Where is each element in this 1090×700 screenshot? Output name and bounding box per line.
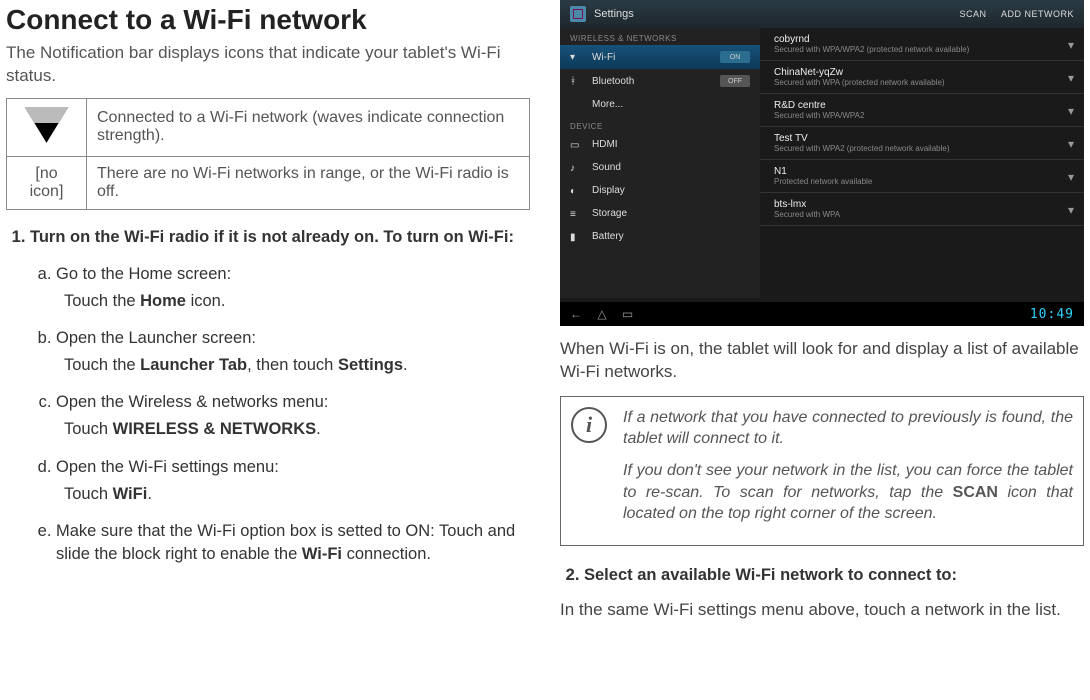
- sidebar-item-storage[interactable]: ≡Storage: [560, 202, 760, 225]
- wifi-connected-desc: Connected to a Wi-Fi network (waves indi…: [87, 98, 530, 156]
- step-1-substeps: Go to the Home screen: Touch the Home ic…: [30, 263, 530, 566]
- network-row[interactable]: R&D centreSecured with WPA/WPA2▾: [760, 94, 1084, 127]
- substep-e: Make sure that the Wi-Fi option box is s…: [56, 520, 530, 566]
- sidebar-item-battery[interactable]: ▮Battery: [560, 225, 760, 248]
- no-icon-label: [no icon]: [7, 156, 87, 209]
- info-box: i If a network that you have connected t…: [560, 396, 1084, 546]
- step-1-title: Turn on the Wi-Fi radio if it is not alr…: [30, 228, 514, 246]
- bluetooth-icon: ᚼ: [570, 76, 584, 86]
- settings-app-icon: [570, 6, 586, 22]
- battery-icon: ▮: [570, 232, 584, 242]
- sidebar-item-hdmi[interactable]: ▭HDMI: [560, 133, 760, 156]
- wifi-icon: ▾: [570, 52, 584, 62]
- network-row[interactable]: bts-lmxSecured with WPA▾: [760, 193, 1084, 226]
- substep-a: Go to the Home screen: Touch the Home ic…: [56, 263, 530, 313]
- nav-buttons[interactable]: ← △ ▭: [570, 307, 639, 321]
- substep-b-title: Open the Launcher screen:: [56, 327, 530, 350]
- sidebar-item-display[interactable]: ◐Display: [560, 179, 760, 202]
- wifi-strength-icon: ▾: [1068, 137, 1074, 151]
- network-row[interactable]: N1Protected network available▾: [760, 160, 1084, 193]
- step-1: Turn on the Wi-Fi radio if it is not alr…: [30, 226, 530, 566]
- scan-button[interactable]: SCAN: [959, 9, 986, 19]
- wifi-strength-icon: ▾: [1068, 203, 1074, 217]
- sidebar-item-wifi[interactable]: ▾ Wi-Fi ON: [560, 45, 760, 69]
- add-network-button[interactable]: ADD NETWORK: [1001, 9, 1074, 19]
- wifi-strength-icon: ▾: [1068, 104, 1074, 118]
- sidebar-item-sound[interactable]: ♪Sound: [560, 156, 760, 179]
- step-2-title: Select an available Wi-Fi network to con…: [584, 566, 957, 584]
- info-text-1: If a network that you have connected to …: [623, 407, 1073, 450]
- bluetooth-toggle[interactable]: OFF: [720, 75, 750, 87]
- sidebar-item-more[interactable]: More...: [560, 93, 760, 116]
- step-list-2: Select an available Wi-Fi network to con…: [560, 564, 1084, 587]
- wifi-strength-icon: ▾: [1068, 170, 1074, 184]
- sound-icon: ♪: [570, 163, 584, 173]
- hdmi-icon: ▭: [570, 140, 584, 150]
- substep-a-title: Go to the Home screen:: [56, 263, 530, 286]
- network-list: cobyrndSecured with WPA/WPA2 (protected …: [760, 28, 1084, 298]
- substep-b-detail: Touch the Launcher Tab, then touch Setti…: [56, 354, 530, 377]
- info-text-2: If you don't see your network in the lis…: [623, 460, 1073, 525]
- substep-d-detail: Touch WiFi.: [56, 483, 530, 506]
- wireless-header: WIRELESS & NETWORKS: [560, 28, 760, 45]
- system-navbar: ← △ ▭ 10:49: [560, 302, 1084, 326]
- sidebar-item-bluetooth[interactable]: ᚼ Bluetooth OFF: [560, 69, 760, 93]
- network-row[interactable]: Test TVSecured with WPA2 (protected netw…: [760, 127, 1084, 160]
- settings-topbar: Settings SCAN ADD NETWORK: [560, 0, 1084, 28]
- settings-sidebar: WIRELESS & NETWORKS ▾ Wi-Fi ON ᚼ Bluetoo…: [560, 28, 760, 298]
- substep-b: Open the Launcher screen: Touch the Laun…: [56, 327, 530, 377]
- section-heading: Connect to a Wi-Fi network: [6, 4, 530, 36]
- substep-d: Open the Wi-Fi settings menu: Touch WiFi…: [56, 456, 530, 506]
- wifi-signal-icon: [25, 107, 69, 143]
- no-icon-desc: There are no Wi-Fi networks in range, or…: [87, 156, 530, 209]
- step-2: Select an available Wi-Fi network to con…: [584, 564, 1084, 587]
- clock: 10:49: [1030, 307, 1074, 322]
- right-para-2: In the same Wi-Fi settings menu above, t…: [560, 599, 1084, 622]
- step-list: Turn on the Wi-Fi radio if it is not alr…: [6, 226, 530, 566]
- wifi-icon-table: Connected to a Wi-Fi network (waves indi…: [6, 98, 530, 210]
- display-icon: ◐: [570, 186, 584, 196]
- intro-text: The Notification bar displays icons that…: [6, 42, 530, 88]
- substep-c-title: Open the Wireless & networks menu:: [56, 391, 530, 414]
- wifi-strength-icon: ▾: [1068, 71, 1074, 85]
- substep-c: Open the Wireless & networks menu: Touch…: [56, 391, 530, 441]
- substep-c-detail: Touch WIRELESS & NETWORKS.: [56, 418, 530, 441]
- device-header: DEVICE: [560, 116, 760, 133]
- network-row[interactable]: cobyrndSecured with WPA/WPA2 (protected …: [760, 28, 1084, 61]
- storage-icon: ≡: [570, 209, 584, 219]
- right-para-1: When Wi-Fi is on, the tablet will look f…: [560, 338, 1084, 384]
- substep-d-title: Open the Wi-Fi settings menu:: [56, 456, 530, 479]
- wifi-strength-icon: ▾: [1068, 38, 1074, 52]
- wifi-connected-icon-cell: [7, 98, 87, 156]
- wifi-toggle[interactable]: ON: [720, 51, 750, 63]
- settings-title: Settings: [594, 8, 634, 20]
- info-icon: i: [571, 407, 607, 443]
- network-row[interactable]: ChinaNet-yqZwSecured with WPA (protected…: [760, 61, 1084, 94]
- settings-screenshot: Settings SCAN ADD NETWORK WIRELESS & NET…: [560, 0, 1084, 326]
- substep-a-detail: Touch the Home icon.: [56, 290, 530, 313]
